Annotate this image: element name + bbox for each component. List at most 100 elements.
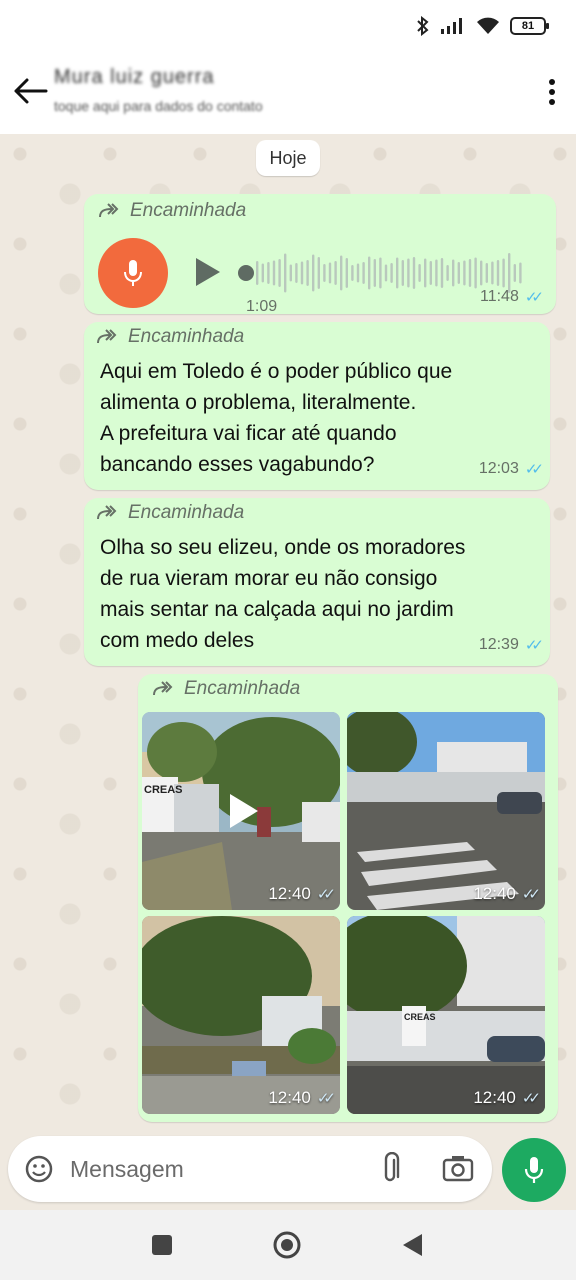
waveform-bar (407, 258, 410, 288)
waveform-bar (446, 265, 449, 281)
message-line: Aqui em Toledo é o poder público que (100, 360, 453, 383)
waveform-bar (474, 257, 477, 289)
message-time: 12:03 ✓✓ (478, 460, 544, 478)
waveform-bar (340, 255, 343, 291)
media-time-text: 12:40 (268, 1088, 311, 1107)
waveform-bar (384, 264, 388, 282)
read-ticks-icon: ✓✓ (521, 886, 541, 903)
waveform-bar (356, 263, 360, 283)
back-nav-button[interactable] (400, 1232, 424, 1258)
media-time: 12:40 ✓✓ (268, 884, 336, 904)
audio-message-bubble[interactable]: Encaminhada 1:09 11:48 ✓✓ (84, 194, 556, 315)
waveform-bar (468, 259, 472, 287)
forwarded-text: Encaminhada (130, 200, 247, 221)
more-vert-icon[interactable] (548, 78, 556, 106)
system-nav-bar (0, 1210, 576, 1280)
message-time: 11:48 ✓✓ (480, 288, 544, 306)
message-line: bancando esses vagabundo? (100, 453, 375, 476)
media-thumbnail-video[interactable]: CREAS 12:40 ✓✓ (142, 712, 340, 910)
waveform-bar (362, 262, 365, 284)
message-text: Aqui em Toledo é o poder público que ali… (100, 356, 540, 480)
waveform-bar (295, 263, 298, 283)
status-icons: 81 (416, 16, 549, 36)
sticker-icon[interactable] (24, 1154, 54, 1184)
waveform-bar (452, 259, 455, 287)
waveform-bar (306, 260, 309, 286)
message-time-text: 12:39 (478, 636, 519, 653)
chat-area[interactable]: Hoje Encaminhada 1:09 11:48 ✓✓ Encaminha… (0, 134, 576, 1134)
waveform-bar (261, 263, 264, 283)
forward-icon (99, 203, 119, 218)
video-play-icon[interactable] (216, 786, 266, 836)
media-message-bubble[interactable]: Encaminhada CREAS 12:40 ✓✓ 12:40 ✓✓ 12:4… (138, 674, 558, 1122)
trees-sidewalk-image (142, 916, 340, 1114)
voice-record-button[interactable] (502, 1138, 566, 1202)
read-ticks-icon: ✓✓ (316, 1090, 336, 1107)
waveform-bar (256, 261, 259, 285)
waveform-bar (368, 256, 371, 290)
camera-icon[interactable] (442, 1154, 474, 1182)
contact-name[interactable]: Mura luiz guerra (54, 66, 215, 89)
chat-header[interactable]: Mura luiz guerra toque aqui para dados d… (0, 54, 576, 134)
waveform-bar (480, 260, 483, 286)
contact-subtitle: toque aqui para dados do contato (54, 98, 263, 114)
forwarded-text: Encaminhada (128, 326, 245, 347)
message-line: com medo deles (100, 629, 255, 652)
message-time-text: 11:48 (480, 288, 519, 305)
sign-text: CREAS (144, 784, 183, 796)
media-time: 12:40 ✓✓ (473, 884, 541, 904)
forward-icon (97, 505, 117, 520)
media-thumbnail-photo[interactable]: 12:40 ✓✓ (142, 916, 340, 1114)
read-ticks-icon: ✓✓ (316, 886, 336, 903)
audio-duration: 1:09 (246, 298, 278, 315)
waveform-bar (312, 254, 315, 292)
media-time: 12:40 ✓✓ (473, 1088, 541, 1108)
read-ticks-icon: ✓✓ (524, 289, 544, 306)
waveform-bar (278, 259, 281, 287)
waveform-bar (272, 260, 276, 286)
message-time-text: 12:03 (478, 460, 519, 477)
forwarded-text: Encaminhada (128, 502, 245, 523)
waveform-bar (519, 262, 522, 284)
back-arrow-icon[interactable] (12, 76, 48, 106)
wifi-icon (477, 17, 499, 34)
status-bar: 81 (0, 0, 576, 54)
media-time-text: 12:40 (268, 884, 311, 903)
forwarded-label: Encaminhada (96, 326, 244, 348)
waveform-bar (429, 261, 432, 285)
building-street-image (347, 916, 545, 1114)
waveform-bar (379, 257, 382, 289)
waveform-bar (328, 262, 332, 284)
message-input-bar[interactable]: Mensagem (8, 1136, 492, 1202)
media-time-text: 12:40 (473, 884, 516, 903)
audio-seek-handle[interactable] (238, 265, 254, 281)
waveform-bar (418, 264, 421, 282)
waveform-bar (300, 261, 304, 285)
waveform-bar (396, 257, 399, 289)
text-message-bubble[interactable]: Encaminhada Olha so seu elizeu, onde os … (84, 498, 550, 666)
play-icon[interactable] (194, 256, 222, 288)
text-message-bubble[interactable]: Encaminhada Aqui em Toledo é o poder púb… (84, 322, 550, 490)
waveform-bar (463, 260, 466, 286)
attach-icon[interactable] (378, 1152, 402, 1186)
message-line: de rua vieram morar eu não consigo (100, 567, 438, 590)
message-time: 12:39 ✓✓ (478, 636, 544, 654)
forwarded-label: Encaminhada (152, 678, 300, 700)
waveform-bar (491, 261, 494, 285)
forwarded-label: Encaminhada (96, 502, 244, 524)
recents-button[interactable] (152, 1235, 172, 1255)
waveform-bar (424, 258, 427, 288)
media-thumbnail-photo[interactable]: CREAS 12:40 ✓✓ (347, 916, 545, 1114)
waveform-bar (267, 262, 270, 284)
message-line: alimenta o problema, literalmente. (100, 391, 417, 414)
media-thumbnail-photo[interactable]: 12:40 ✓✓ (347, 712, 545, 910)
message-line: mais sentar na calçada aqui no jardim (100, 598, 454, 621)
read-ticks-icon: ✓✓ (521, 1090, 541, 1107)
forwarded-text: Encaminhada (184, 678, 301, 699)
waveform-bar (457, 262, 460, 284)
message-input[interactable]: Mensagem (70, 1156, 184, 1183)
waveform-bar (412, 257, 416, 289)
waveform-bar (502, 258, 505, 288)
home-button[interactable] (272, 1230, 302, 1260)
waveform-bar (334, 261, 337, 285)
